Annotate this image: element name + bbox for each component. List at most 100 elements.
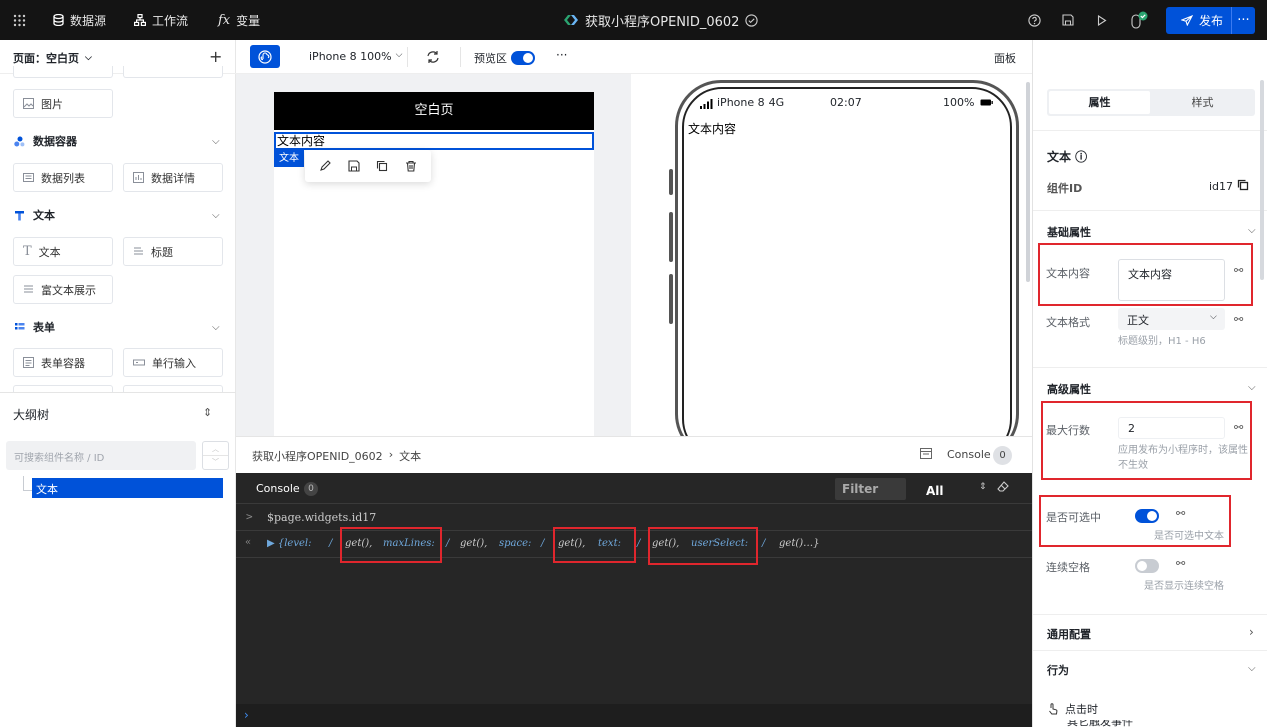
phone-network-label: 4G (768, 96, 785, 109)
page-selector[interactable]: 页面：空白页 ⌵ (13, 50, 92, 66)
component-single-input[interactable]: 单行输入 (123, 348, 223, 377)
console-token: get(), (460, 538, 488, 549)
component-rich-text[interactable]: 富文本展示 (13, 275, 113, 304)
chevron-up-icon[interactable]: ︿ (203, 442, 228, 456)
signal-icon (700, 99, 713, 109)
chevron-down-icon[interactable]: ⌵ (1248, 382, 1256, 393)
component-card-cut (13, 385, 113, 392)
text-widget-selected[interactable]: 文本内容 (274, 132, 594, 150)
selectable-toggle[interactable] (1135, 509, 1159, 523)
outline-search-input[interactable]: 可搜索组件名称 / ID (6, 441, 196, 470)
nav-datasource-label: 数据源 (70, 13, 107, 28)
publish-button[interactable]: 发布 ··· (1166, 7, 1255, 34)
chevron-down-icon[interactable]: ⌵ (212, 322, 220, 333)
section-form[interactable]: 表单 (14, 317, 55, 337)
component-data-detail[interactable]: 数据详情 (123, 163, 223, 192)
phone-button (669, 212, 673, 262)
component-image[interactable]: 图片 (13, 89, 113, 118)
copy-icon[interactable] (1237, 179, 1249, 191)
console-input-prompt: › (244, 708, 249, 722)
selectable-label: 是否可选中 (1046, 511, 1101, 524)
breadcrumb: 获取小程序OPENID_0602 › 文本 (252, 448, 421, 464)
breadcrumb-app[interactable]: 获取小程序OPENID_0602 (252, 448, 383, 464)
console-input-row[interactable]: › (236, 704, 1032, 727)
refresh-icon[interactable] (426, 50, 440, 64)
properties-panel: 属性 样式 文本 ⓘ 组件ID id17 基础属性 ⌵ 文本内容 文本内容 ⚯ … (1032, 40, 1267, 727)
panel-button[interactable]: 面板 (994, 50, 1016, 66)
tab-styles[interactable]: 样式 (1152, 91, 1253, 114)
delete-icon[interactable] (405, 160, 417, 172)
add-page-button[interactable]: + (209, 47, 222, 66)
debug-status-icon[interactable] (1129, 0, 1149, 40)
publish-more-button[interactable]: ··· (1231, 7, 1255, 34)
nav-variables[interactable]: fx 变量 (218, 0, 260, 40)
bind-link-icon[interactable]: ⚯ (1234, 264, 1243, 277)
component-heading[interactable]: 标题 (123, 237, 223, 266)
bind-link-icon[interactable]: ⚯ (1234, 313, 1243, 326)
component-single-input-label: 单行输入 (152, 356, 196, 370)
chevron-down-icon[interactable]: ⌵ (212, 210, 220, 221)
console-command: $page.widgets.id17 (267, 511, 377, 524)
canvas-scrollbar[interactable] (1026, 82, 1030, 282)
help-icon[interactable] (1028, 0, 1041, 40)
divider (1033, 130, 1267, 131)
play-icon[interactable] (1097, 0, 1107, 40)
text-icon: T (23, 244, 32, 259)
console-level-select[interactable]: All (926, 484, 944, 498)
chevron-down-icon[interactable]: ⌵ (212, 136, 220, 147)
nav-datasource[interactable]: 数据源 (53, 0, 106, 40)
component-form-container[interactable]: 表单容器 (13, 348, 113, 377)
console-token[interactable]: ▶ {level: (267, 538, 311, 549)
text-content-textarea[interactable]: 文本内容 (1118, 259, 1225, 301)
preview-toggle[interactable] (511, 51, 535, 65)
panel-scrollbar[interactable] (1260, 80, 1264, 280)
bind-link-icon[interactable]: ⚯ (1176, 557, 1185, 570)
console-header: Console 0 Filter All ⇕ (236, 473, 1032, 504)
clear-console-icon[interactable] (997, 481, 1009, 493)
save-icon[interactable] (1062, 0, 1074, 40)
device-selector[interactable]: iPhone 8 100% ⌵ (309, 50, 402, 63)
spaces-toggle[interactable] (1135, 559, 1159, 573)
component-data-list[interactable]: 数据列表 (13, 163, 113, 192)
tree-node-text[interactable]: 文本 (32, 478, 223, 498)
copy-icon[interactable] (376, 160, 388, 172)
mini-program-toggle[interactable] (250, 45, 280, 68)
section-data-container[interactable]: 数据容器 (14, 131, 77, 151)
edit-icon[interactable] (319, 160, 332, 172)
bind-link-icon[interactable]: ⚯ (1234, 421, 1243, 434)
chevron-down-icon[interactable]: ⌵ (1248, 663, 1256, 674)
console-filter-input[interactable]: Filter (835, 478, 906, 500)
basic-props-title[interactable]: 基础属性 (1047, 224, 1091, 240)
save-template-icon[interactable] (348, 160, 360, 172)
breadcrumb-widget[interactable]: 文本 (399, 448, 421, 464)
tab-properties[interactable]: 属性 (1049, 91, 1150, 114)
phone-text-widget: 文本内容 (688, 122, 737, 136)
bind-link-icon[interactable]: ⚯ (1176, 507, 1185, 520)
advanced-props-title[interactable]: 高级属性 (1047, 381, 1091, 397)
chevron-updown-icon[interactable]: ⇕ (979, 482, 987, 492)
search-stepper[interactable]: ︿ ﹀ (202, 441, 229, 470)
console-tab[interactable]: Console (256, 482, 300, 495)
more-button[interactable]: ··· (556, 48, 567, 62)
detail-icon (133, 172, 144, 183)
on-click-event[interactable]: 点击时 (1047, 701, 1098, 717)
console-panel: Console 0 Filter All ⇕ > $page.widgets.i… (236, 473, 1032, 727)
general-config-title[interactable]: 通用配置 (1047, 626, 1091, 642)
nav-workflow[interactable]: 工作流 (134, 0, 188, 40)
console-count-badge: 0 (993, 446, 1012, 465)
text-format-select[interactable]: 正文 ⌵ (1118, 308, 1225, 330)
console-token: space: (499, 538, 532, 549)
apps-grid-icon[interactable] (13, 0, 26, 40)
chevron-right-icon[interactable]: › (1249, 625, 1254, 639)
console-token: get(), (345, 538, 373, 549)
behavior-title[interactable]: 行为 (1047, 662, 1069, 678)
section-text[interactable]: 文本 (14, 205, 55, 225)
console-toggle-label[interactable]: Console (947, 448, 991, 461)
component-text[interactable]: T 文本 (13, 237, 113, 266)
console-token: / (329, 538, 333, 549)
phone-battery: 100% (943, 96, 994, 109)
max-lines-input[interactable]: 2 (1118, 417, 1225, 439)
expand-collapse-icon[interactable]: ⇕ (203, 406, 212, 419)
chevron-down-icon[interactable]: ﹀ (203, 456, 228, 469)
chevron-down-icon[interactable]: ⌵ (1248, 225, 1256, 236)
